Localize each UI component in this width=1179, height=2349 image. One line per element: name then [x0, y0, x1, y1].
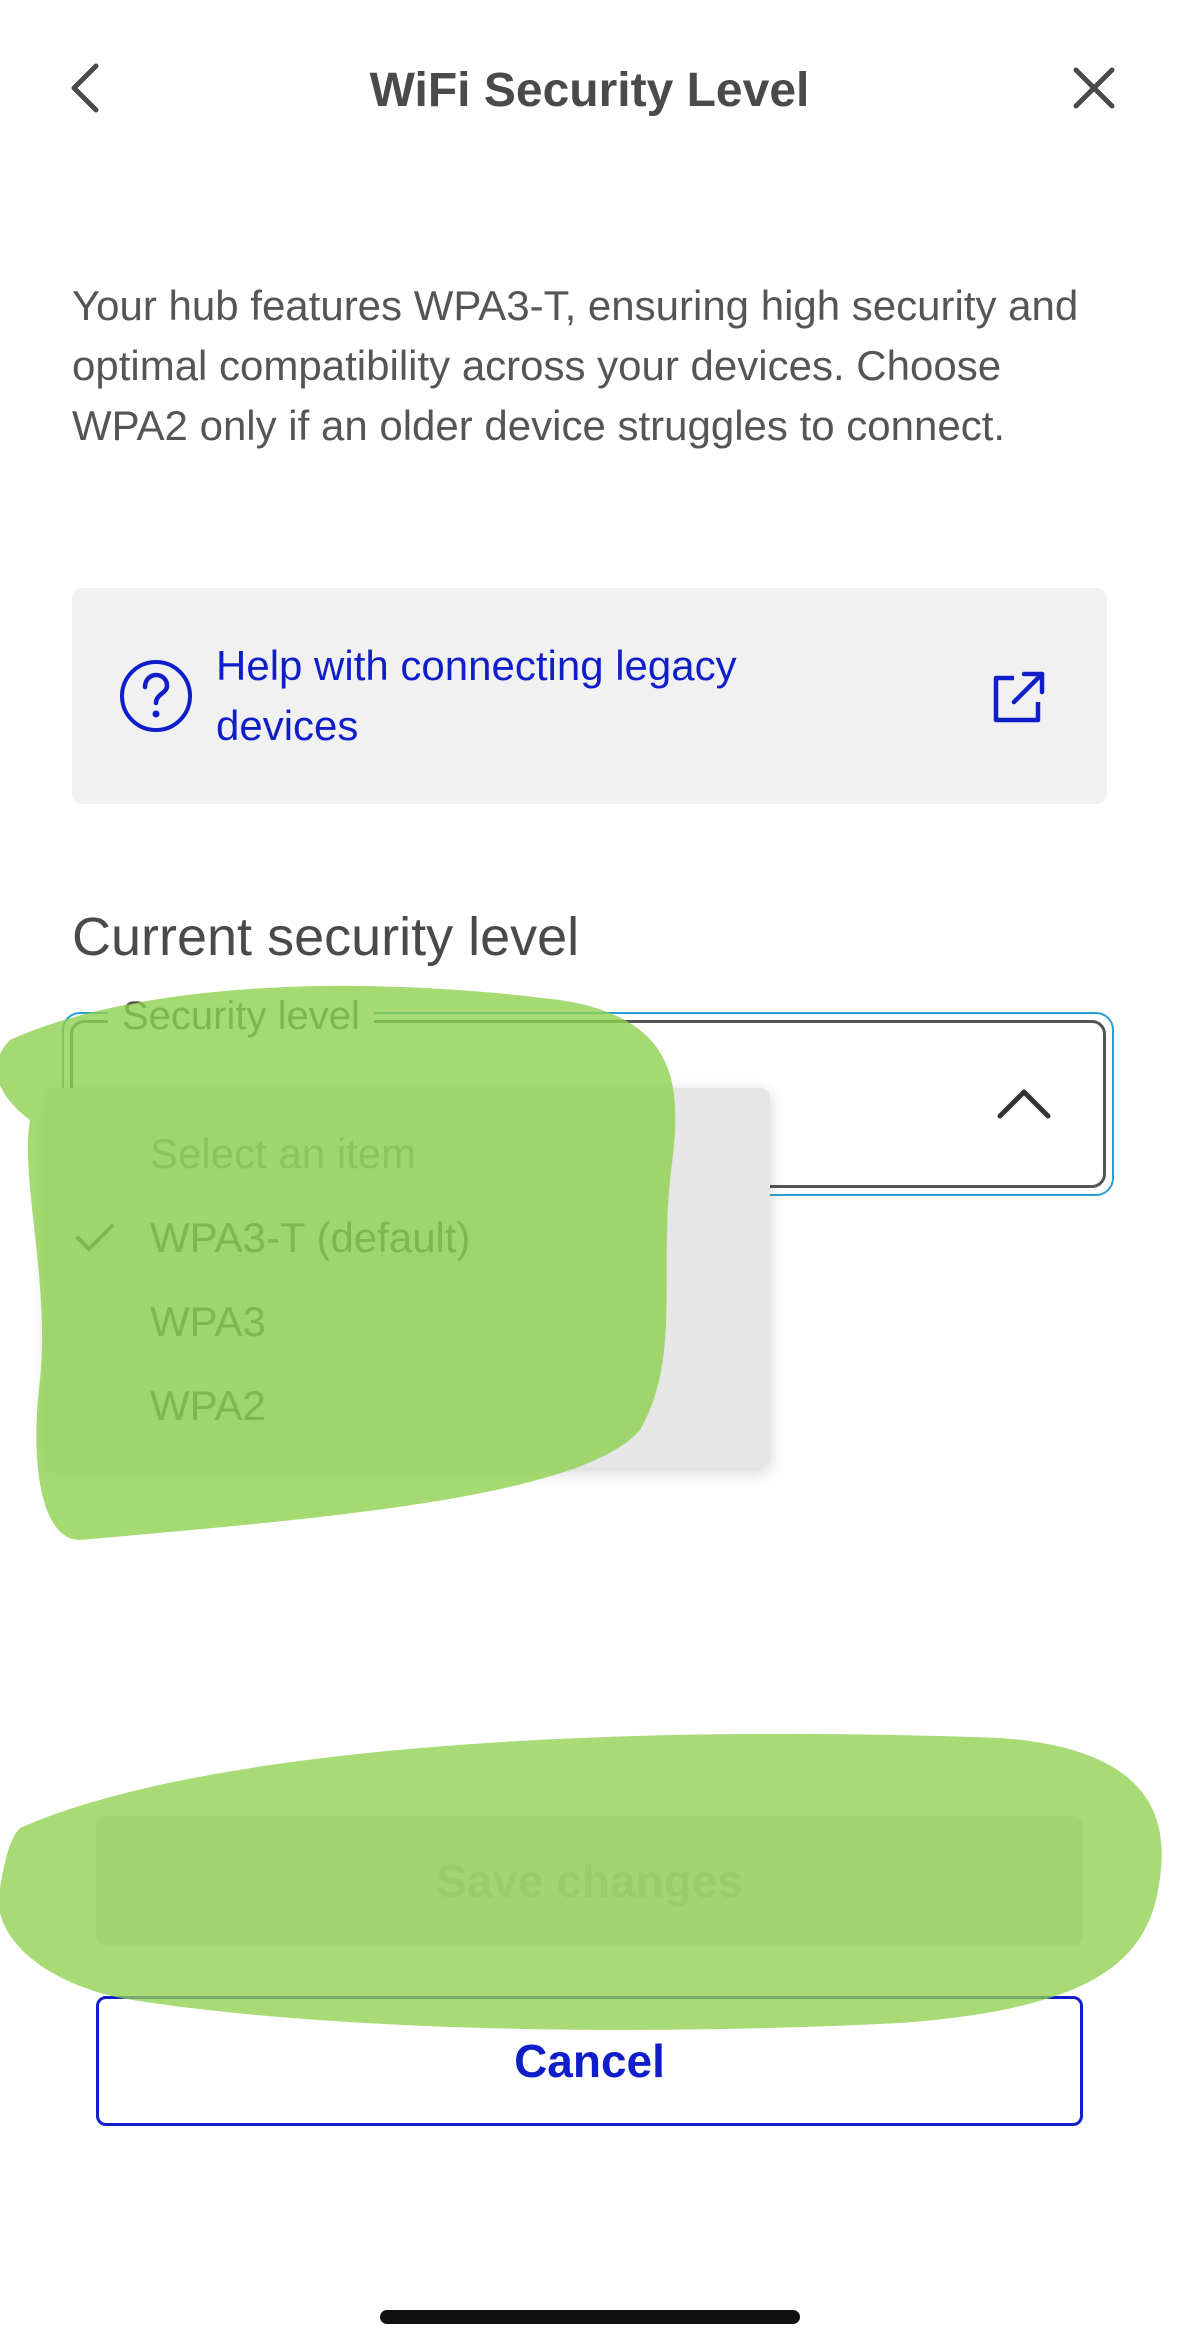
- save-changes-button[interactable]: Save changes: [96, 1816, 1083, 1946]
- save-button-label: Save changes: [436, 1855, 743, 1907]
- security-level-dropdown: Select an item WPA3-T (default) WPA3 WPA…: [46, 1088, 770, 1468]
- question-circle-icon: [120, 660, 192, 732]
- dropdown-option-wpa3-t[interactable]: WPA3-T (default): [46, 1196, 770, 1280]
- section-heading: Current security level: [72, 907, 580, 967]
- cancel-button[interactable]: Cancel: [96, 1996, 1083, 2126]
- chevron-left-icon: [71, 63, 99, 113]
- check-icon: [76, 1224, 114, 1251]
- dropdown-option-wpa3[interactable]: WPA3: [46, 1280, 770, 1364]
- help-link-label: Help with connecting legacy devices: [216, 642, 737, 749]
- screen: WiFi Security Level Your hub features WP…: [0, 0, 1179, 2349]
- option-label: WPA3: [150, 1298, 266, 1345]
- external-link-icon: [993, 671, 1045, 723]
- description-text: Your hub features WPA3-T, ensuring high …: [72, 282, 1079, 449]
- option-label: WPA2: [150, 1382, 266, 1429]
- chevron-up-icon[interactable]: [994, 1082, 1054, 1122]
- option-label: Select an item: [150, 1130, 417, 1177]
- help-legacy-devices-link[interactable]: Help with connecting legacy devices: [72, 588, 1107, 804]
- cancel-button-label: Cancel: [514, 2035, 665, 2087]
- back-button[interactable]: [52, 52, 124, 124]
- dropdown-option-wpa2[interactable]: WPA2: [46, 1364, 770, 1448]
- home-indicator: [380, 2310, 800, 2324]
- select-label: Security level: [108, 988, 374, 1044]
- dropdown-option-placeholder[interactable]: Select an item: [46, 1112, 770, 1196]
- option-label: WPA3-T (default): [150, 1214, 471, 1261]
- close-button[interactable]: [1058, 52, 1130, 124]
- close-icon: [1073, 67, 1115, 109]
- page-title: WiFi Security Level: [369, 64, 810, 117]
